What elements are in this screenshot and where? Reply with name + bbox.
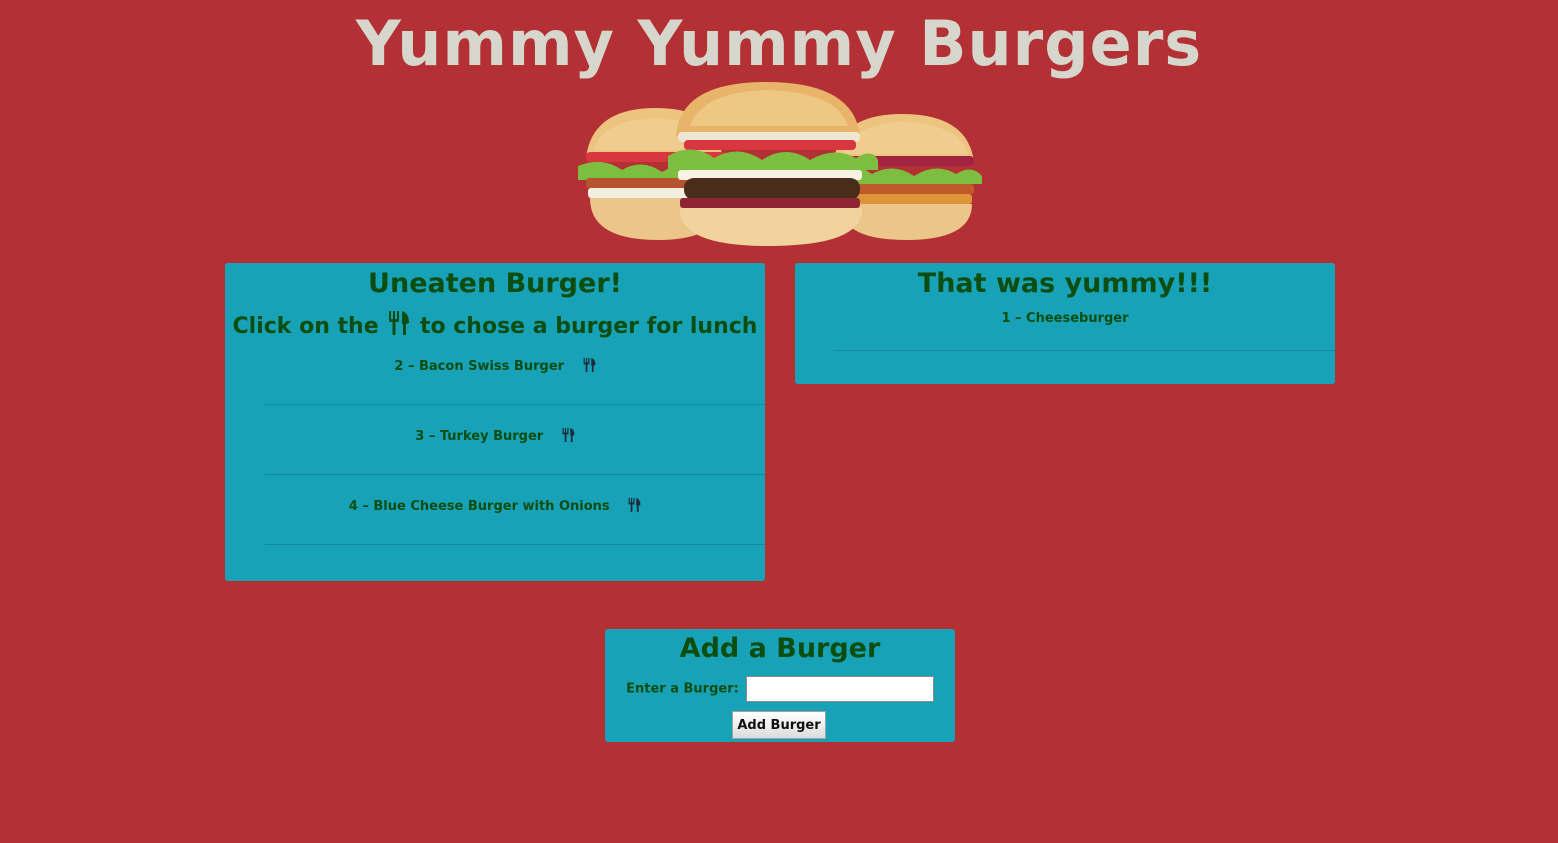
center-burger [668,82,878,246]
burger-input[interactable] [745,676,934,702]
devour-button[interactable] [562,427,575,446]
list-item: 4 – Blue Cheese Burger with Onions [265,475,765,545]
fork-knife-icon [583,357,595,373]
add-burger-heading: Add a Burger [679,633,881,664]
burger-row: 1 – Cheeseburger [835,311,1295,326]
list-item: 2 – Bacon Swiss Burger [265,335,765,405]
eaten-heading: That was yummy!!! [917,268,1213,299]
uneaten-heading: Uneaten Burger! [368,268,622,299]
add-burger-button[interactable]: Add Burger [732,711,826,739]
burger-row: 4 – Blue Cheese Burger with Onions [265,497,725,516]
devour-button[interactable] [628,497,641,516]
uneaten-burger-list: 2 – Bacon Swiss Burger 3 – Turkey Burger [265,335,765,545]
add-burger-panel: Add a Burger Enter a Burger: Add Burger [605,629,955,742]
burger-name: 4 – Blue Cheese Burger with Onions [348,499,610,514]
burger-row: 2 – Bacon Swiss Burger [265,357,725,376]
devour-button[interactable] [583,357,596,376]
fork-knife-icon [562,427,575,443]
site-title: Yummy Yummy Burgers [355,7,1203,80]
add-burger-form: Enter a Burger: [605,676,955,702]
uneaten-burgers-panel: Uneaten Burger! Click on the to chose a … [225,263,765,581]
burger-name: 1 – Cheeseburger [1001,311,1129,326]
burger-hero-image [578,82,982,246]
eaten-burger-list: 1 – Cheeseburger [835,301,1335,351]
burger-name: 2 – Bacon Swiss Burger [394,359,565,374]
list-item: 3 – Turkey Burger [265,405,765,475]
burger-input-label: Enter a Burger: [626,681,739,697]
list-item: 1 – Cheeseburger [835,301,1335,351]
burger-row: 3 – Turkey Burger [265,427,725,446]
fork-knife-icon [628,497,641,513]
eaten-burgers-panel: That was yummy!!! 1 – Cheeseburger [795,263,1335,384]
fork-knife-icon [389,311,410,335]
burger-name: 3 – Turkey Burger [415,429,544,444]
